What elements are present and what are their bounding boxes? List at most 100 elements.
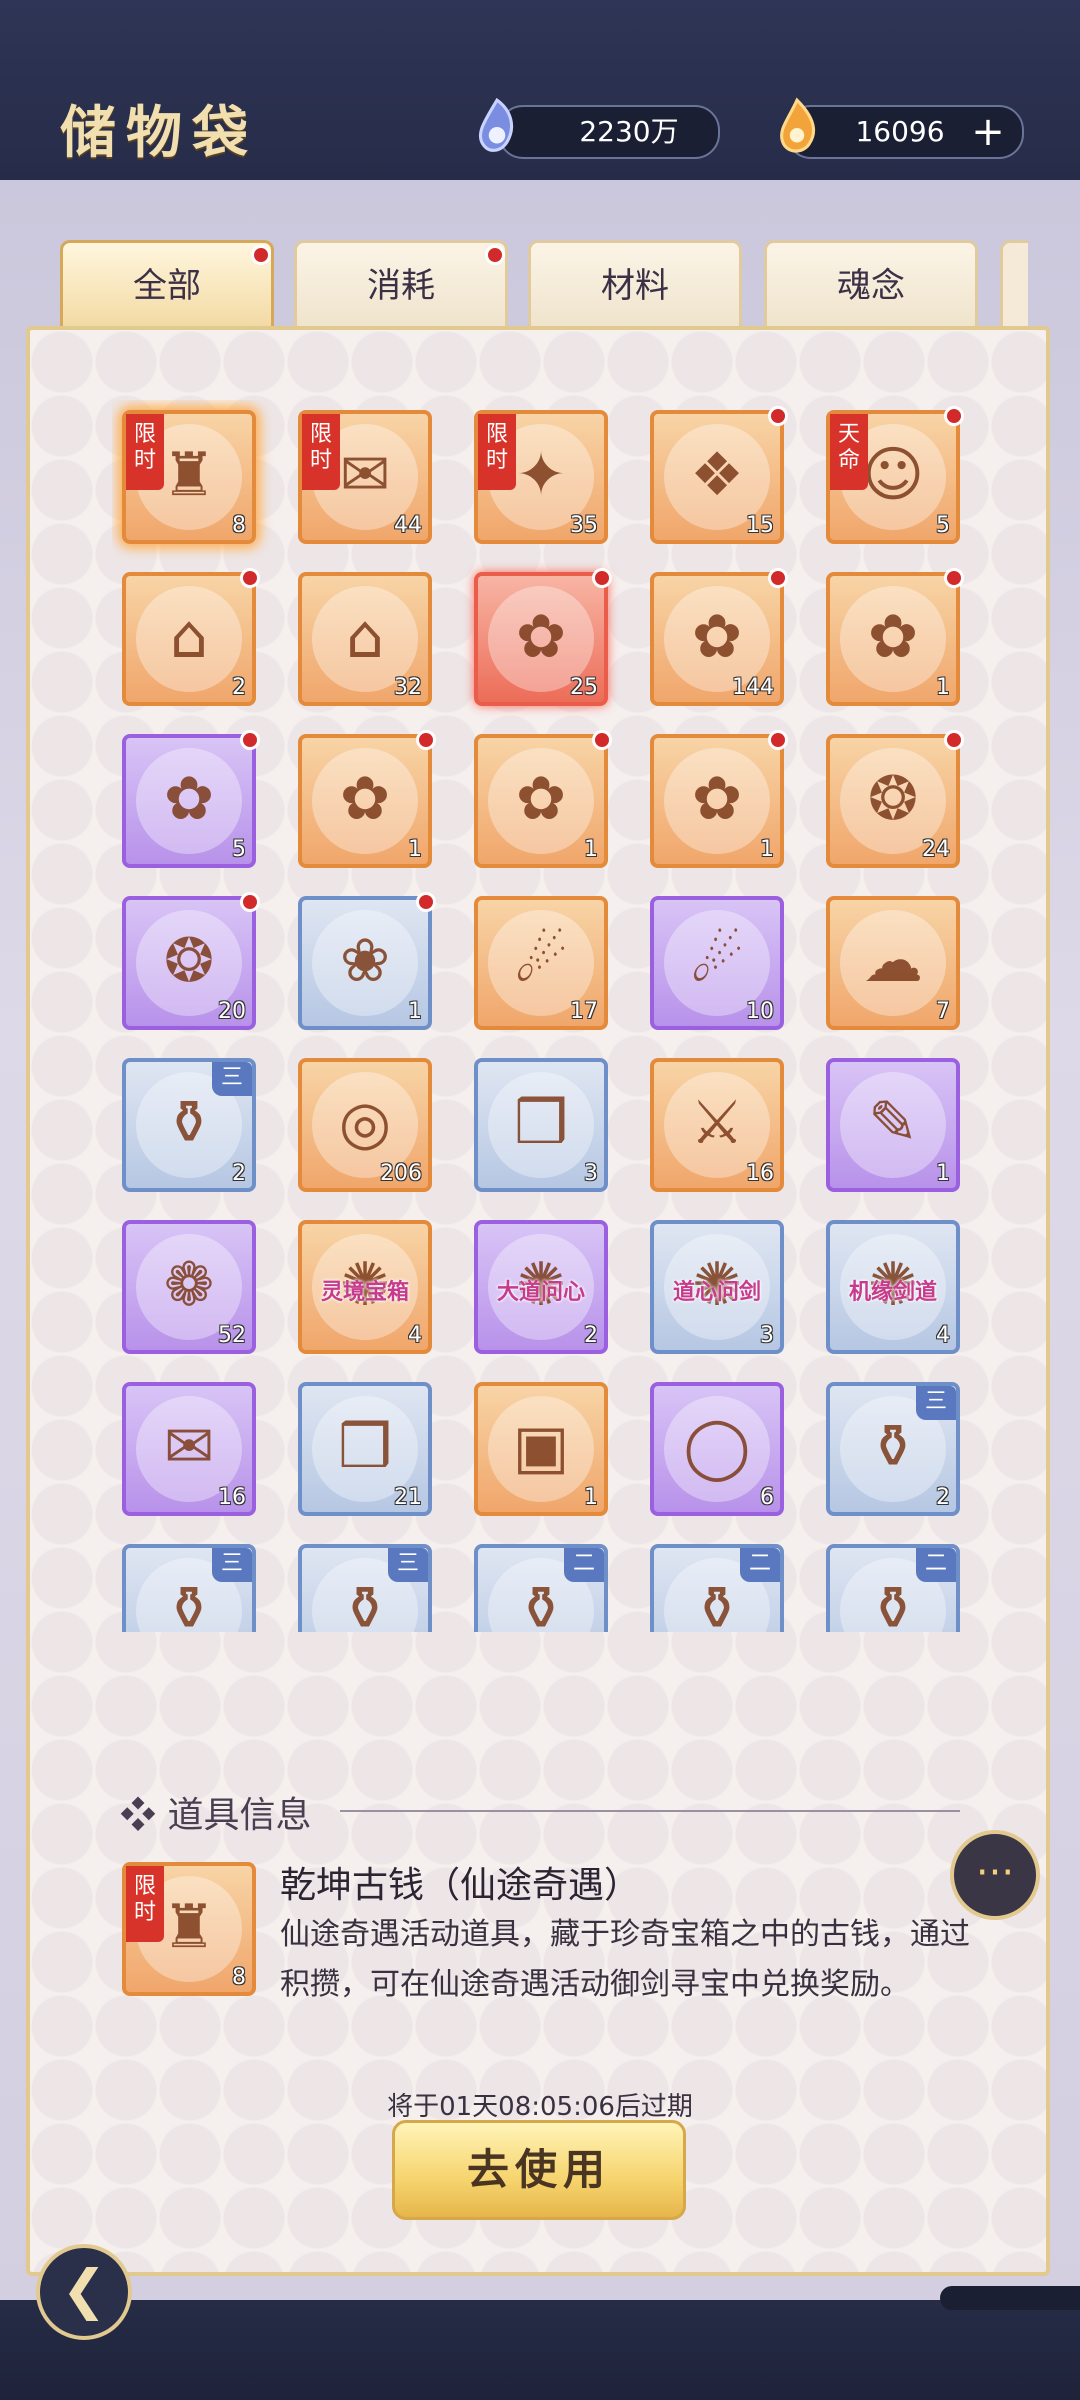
item-count: 8 xyxy=(232,1965,246,1990)
inventory-slot[interactable]: ❀ 1 xyxy=(298,892,436,1030)
item-icon: ✿ xyxy=(691,602,743,672)
item-count: 7 xyxy=(936,999,950,1024)
inventory-slot[interactable]: ☄ 17 xyxy=(474,896,608,1030)
inventory-slot[interactable]: ✿ 1 xyxy=(474,730,612,868)
item-icon: ✿ xyxy=(691,764,743,834)
inventory-slot[interactable]: ✿ 5 xyxy=(122,730,260,868)
item-count: 4 xyxy=(408,1323,422,1348)
inventory-slot[interactable]: ⚔ 16 xyxy=(650,1058,784,1192)
item-count: 1 xyxy=(936,675,950,700)
inventory-slot[interactable]: ❒ 3 xyxy=(474,1058,608,1192)
inventory-slot[interactable]: ◎ 206 xyxy=(298,1058,432,1192)
inventory-slot[interactable]: ⚱ 三 2 xyxy=(122,1058,256,1192)
notification-dot xyxy=(592,730,612,750)
item-count: 52 xyxy=(218,1323,246,1348)
inventory-slot[interactable]: ❖ 15 xyxy=(650,406,788,544)
item-icon: ⚱ xyxy=(339,1574,391,1632)
inventory-slot[interactable]: ☺ 天命 5 xyxy=(826,406,964,544)
tab-consumables[interactable]: 消耗 xyxy=(294,240,508,330)
item-icon: ❀ xyxy=(339,926,391,996)
inventory-slot[interactable]: ⚱ 二 xyxy=(826,1544,960,1632)
inventory-slot[interactable]: ✉ 限时 44 xyxy=(298,410,432,544)
inventory-slot[interactable]: ♜ 限时 8 xyxy=(122,410,256,544)
tab-overflow[interactable] xyxy=(1000,240,1028,330)
item-count: 5 xyxy=(232,837,246,862)
inventory-slot[interactable]: ☄ 10 xyxy=(650,896,784,1030)
tab-materials[interactable]: 材料 xyxy=(528,240,742,330)
item-count: 15 xyxy=(746,513,774,538)
inventory-slot[interactable]: ☁ 7 xyxy=(826,896,960,1030)
item-count: 1 xyxy=(760,837,774,862)
chat-bubble-icon[interactable]: ··· xyxy=(950,1830,1040,1920)
limited-tag: 限时 xyxy=(126,1866,164,1942)
item-count: 8 xyxy=(232,513,246,538)
item-count: 32 xyxy=(394,675,422,700)
inventory-slot[interactable]: ✿ 1 xyxy=(298,730,436,868)
inventory-slot[interactable]: ✺ 机缘剑道 4 xyxy=(826,1220,960,1354)
item-icon: ⚱ xyxy=(867,1412,919,1482)
inventory-slot[interactable]: ✺ 道心问剑 3 xyxy=(650,1220,784,1354)
tab-all[interactable]: 全部 xyxy=(60,240,274,330)
inventory-slot[interactable]: ✉ 16 xyxy=(122,1382,256,1516)
inventory-slot[interactable]: ⚱ 二 xyxy=(474,1544,608,1632)
inventory-slot[interactable]: ▣ 1 xyxy=(474,1382,608,1516)
inventory-slot[interactable]: ✿ 25 xyxy=(474,568,612,706)
inventory-slot[interactable]: ✎ 1 xyxy=(826,1058,960,1192)
inventory-slot[interactable]: ⌂ 32 xyxy=(298,572,432,706)
notification-dot xyxy=(240,730,260,750)
inventory-slot[interactable]: ◯ 6 xyxy=(650,1382,784,1516)
notification-dot xyxy=(416,892,436,912)
notification-dot xyxy=(768,406,788,426)
grade-badge: 三 xyxy=(212,1062,252,1096)
inventory-slot[interactable]: ⚱ 三 2 xyxy=(826,1382,960,1516)
tab-soul[interactable]: 魂念 xyxy=(764,240,978,330)
back-arrow-icon[interactable]: ❮ xyxy=(36,2244,132,2340)
inventory-slot[interactable]: ✿ 144 xyxy=(650,568,788,706)
notification-dot xyxy=(944,406,964,426)
inventory-slot[interactable]: ❂ 20 xyxy=(122,892,260,1030)
item-icon: ❒ xyxy=(514,1088,568,1158)
item-count: 6 xyxy=(760,1485,774,1510)
notification-dot xyxy=(240,568,260,588)
item-label: 大道问心 xyxy=(496,1280,585,1305)
item-count: 5 xyxy=(936,513,950,538)
item-icon: ✿ xyxy=(515,602,567,672)
inventory-slot[interactable]: ❁ 52 xyxy=(122,1220,256,1354)
grade-badge: 三 xyxy=(212,1548,252,1582)
item-icon: ⚱ xyxy=(867,1574,919,1632)
item-icon: ◯ xyxy=(683,1412,751,1482)
inventory-slot[interactable]: ⚱ 三 xyxy=(122,1544,256,1632)
selected-item-icon: ♜ 限时 8 xyxy=(122,1862,256,1996)
inventory-slot[interactable]: ❒ 21 xyxy=(298,1382,432,1516)
item-tag: 限时 xyxy=(302,414,340,490)
notification-dot xyxy=(944,730,964,750)
item-count: 1 xyxy=(936,1161,950,1186)
item-grid[interactable]: ♜ 限时 8 ✉ 限时 44 ✦ 限时 35 ❖ 15 ☺ 天命 5 ⌂ 2 ⌂ 32 ✿ 25 ✿ 144 ✿ 1 ✿ 5 ✿ 1 ✿… xyxy=(112,400,972,1632)
inventory-slot[interactable]: ✿ 1 xyxy=(650,730,788,868)
grade-badge: 三 xyxy=(388,1548,428,1582)
item-count: 144 xyxy=(732,675,774,700)
inventory-slot[interactable]: ⚱ 三 xyxy=(298,1544,432,1632)
item-label: 机缘剑道 xyxy=(848,1280,937,1305)
inventory-slot[interactable]: ✿ 1 xyxy=(826,568,964,706)
item-count: 20 xyxy=(218,999,246,1024)
inventory-slot[interactable]: ❂ 24 xyxy=(826,730,964,868)
flame-gem-icon xyxy=(780,97,816,153)
item-name: 乾坤古钱（仙途奇遇） xyxy=(280,1865,641,1906)
inventory-slot[interactable]: ✦ 限时 35 xyxy=(474,410,608,544)
inventory-slot[interactable]: ⚱ 二 xyxy=(650,1544,784,1632)
grade-badge: 二 xyxy=(916,1548,956,1582)
item-icon: ▣ xyxy=(512,1412,570,1482)
notification-dot xyxy=(240,892,260,912)
item-count: 206 xyxy=(380,1161,422,1186)
item-count: 2 xyxy=(584,1323,598,1348)
add-currency-button[interactable]: + xyxy=(968,112,1008,152)
item-icon: ❖ xyxy=(690,440,744,510)
inventory-slot[interactable]: ✺ 灵境宝箱 4 xyxy=(298,1220,432,1354)
inventory-slot[interactable]: ⌂ 2 xyxy=(122,568,260,706)
use-button[interactable]: 去使用 xyxy=(392,2120,686,2220)
notification-dot xyxy=(485,245,505,265)
inventory-slot[interactable]: ✺ 大道问心 2 xyxy=(474,1220,608,1354)
item-count: 21 xyxy=(394,1485,422,1510)
item-count: 3 xyxy=(760,1323,774,1348)
